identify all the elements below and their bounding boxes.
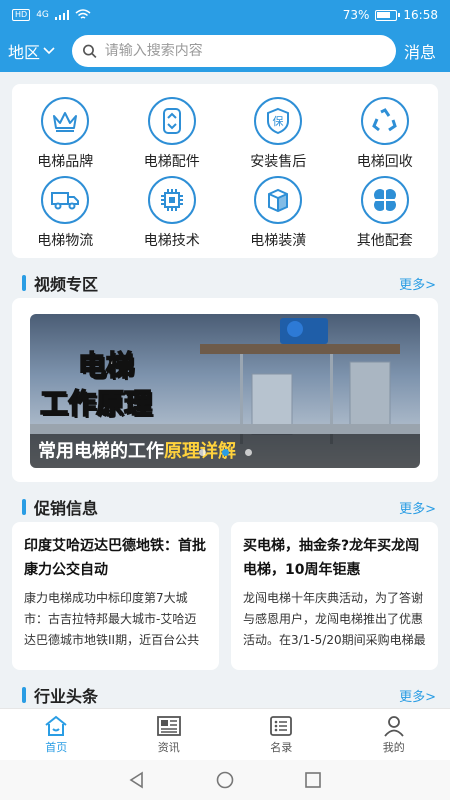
network-type: 4G	[36, 10, 49, 20]
promo-card[interactable]: 印度艾哈迈达巴德地铁：首批康力公交自动 康力电梯成功中标印度第7大城市：古吉拉特…	[12, 522, 219, 670]
shield-icon: 保	[267, 107, 290, 134]
category-parts[interactable]: 电梯配件	[119, 94, 226, 173]
truck-icon	[51, 191, 80, 209]
video-title-line1: 电梯	[77, 348, 135, 383]
box-icon	[268, 188, 289, 212]
category-label: 其他配套	[356, 232, 413, 249]
promo-card[interactable]: 买电梯，抽金条?龙年买龙闯电梯，10周年钜惠 龙闯电梯十年庆典活动，为了答谢与感…	[231, 522, 438, 670]
wifi-icon	[75, 9, 91, 19]
category-label: 电梯物流	[37, 232, 94, 249]
region-label: 地区	[8, 43, 41, 62]
video-section-header: 视频专区 更多>	[22, 272, 438, 294]
category-recycle[interactable]: 电梯回收	[332, 94, 439, 173]
hd-badge: HD	[12, 9, 31, 21]
category-decoration[interactable]: 电梯装潢	[225, 173, 332, 252]
video-thumbnail[interactable]: 电梯 工作原理 常用电梯的工作原理详解	[30, 314, 420, 468]
tab-directory[interactable]: 名录	[225, 709, 338, 760]
section-title: 行业头条	[34, 687, 99, 706]
search-box[interactable]	[72, 35, 396, 67]
elevator-buttons-icon	[162, 107, 181, 134]
clock: 16:58	[403, 8, 438, 22]
promo-title: 买电梯，抽金条?龙年买龙闯电梯，10周年钜惠	[243, 538, 420, 578]
category-other[interactable]: 其他配套	[332, 173, 439, 252]
category-label: 电梯装潢	[250, 232, 307, 249]
carousel-dots	[30, 449, 420, 456]
carousel-dot[interactable]	[198, 449, 206, 456]
search-input[interactable]	[104, 43, 386, 59]
news-more-link[interactable]: 更多>	[399, 686, 436, 705]
promo-more-link[interactable]: 更多>	[399, 498, 436, 517]
category-label: 电梯品牌	[37, 153, 94, 170]
battery-percent: 73%	[342, 8, 370, 22]
signal-icon	[54, 10, 69, 20]
region-selector[interactable]: 地区	[8, 39, 72, 63]
category-technology[interactable]: 电梯技术	[119, 173, 226, 252]
messages-button[interactable]: 消息	[404, 39, 442, 63]
category-label: 电梯技术	[143, 232, 200, 249]
recycle-icon	[371, 107, 397, 131]
search-icon	[83, 44, 97, 59]
tab-profile[interactable]: 我的	[338, 709, 450, 760]
tab-label: 资讯	[157, 740, 180, 754]
carousel-dot-active[interactable]	[221, 449, 229, 456]
news-section-header: 行业头条 更多>	[22, 684, 438, 706]
back-icon[interactable]	[128, 771, 146, 789]
video-title-line2: 工作原理	[39, 386, 153, 421]
home-icon	[45, 715, 67, 736]
tab-label: 名录	[270, 740, 293, 754]
category-label: 电梯回收	[356, 153, 413, 170]
video-card: 电梯 工作原理 常用电梯的工作原理详解	[12, 298, 438, 482]
chip-icon	[160, 188, 183, 211]
battery-icon	[375, 9, 401, 21]
category-grid: 电梯品牌 电梯配件 保 安装售后 电梯回收 电梯物流 电梯技术 电梯装潢 其他配…	[12, 84, 438, 258]
category-install[interactable]: 保 安装售后	[225, 94, 332, 173]
svg-text:保: 保	[273, 114, 284, 128]
promo-title: 印度艾哈迈达巴德地铁：首批康力公交自动	[24, 538, 206, 578]
promo-section-header: 促销信息 更多>	[22, 496, 438, 518]
section-accent-bar	[22, 687, 26, 703]
section-accent-bar	[22, 275, 26, 291]
tab-home[interactable]: 首页	[0, 709, 113, 760]
crown-icon	[53, 111, 78, 132]
grid-petals-icon	[373, 188, 396, 211]
user-icon	[384, 715, 404, 737]
system-nav-bar	[0, 760, 450, 800]
bottom-tab-bar: 首页 资讯 名录 我的	[0, 708, 450, 760]
promo-body: 康力电梯成功中标印度第7大城市：古吉拉特邦最大城市-艾哈迈达巴德城市地铁II期，…	[24, 591, 200, 647]
chevron-down-icon	[43, 47, 55, 55]
category-brand[interactable]: 电梯品牌	[12, 94, 119, 173]
list-icon	[270, 715, 293, 736]
top-bar: 地区 消息	[0, 30, 450, 72]
tab-label: 首页	[45, 740, 68, 754]
status-bar: HD 4G 73% 16:58	[0, 0, 450, 30]
promo-body: 龙闯电梯十年庆典活动，为了答谢与感恩用户，龙闯电梯推出了优惠活动。在3/1-5/…	[243, 591, 426, 647]
video-more-link[interactable]: 更多>	[399, 274, 436, 293]
section-title: 视频专区	[34, 275, 99, 294]
tab-label: 我的	[382, 740, 405, 754]
category-label: 电梯配件	[143, 153, 200, 170]
newspaper-icon	[156, 715, 181, 736]
recents-icon[interactable]	[304, 771, 322, 789]
home-circle-icon[interactable]	[216, 771, 234, 789]
section-accent-bar	[22, 499, 26, 515]
category-label: 安装售后	[250, 153, 307, 170]
section-title: 促销信息	[34, 499, 99, 518]
tab-news[interactable]: 资讯	[113, 709, 226, 760]
carousel-dot[interactable]	[244, 449, 252, 456]
category-logistics[interactable]: 电梯物流	[12, 173, 119, 252]
